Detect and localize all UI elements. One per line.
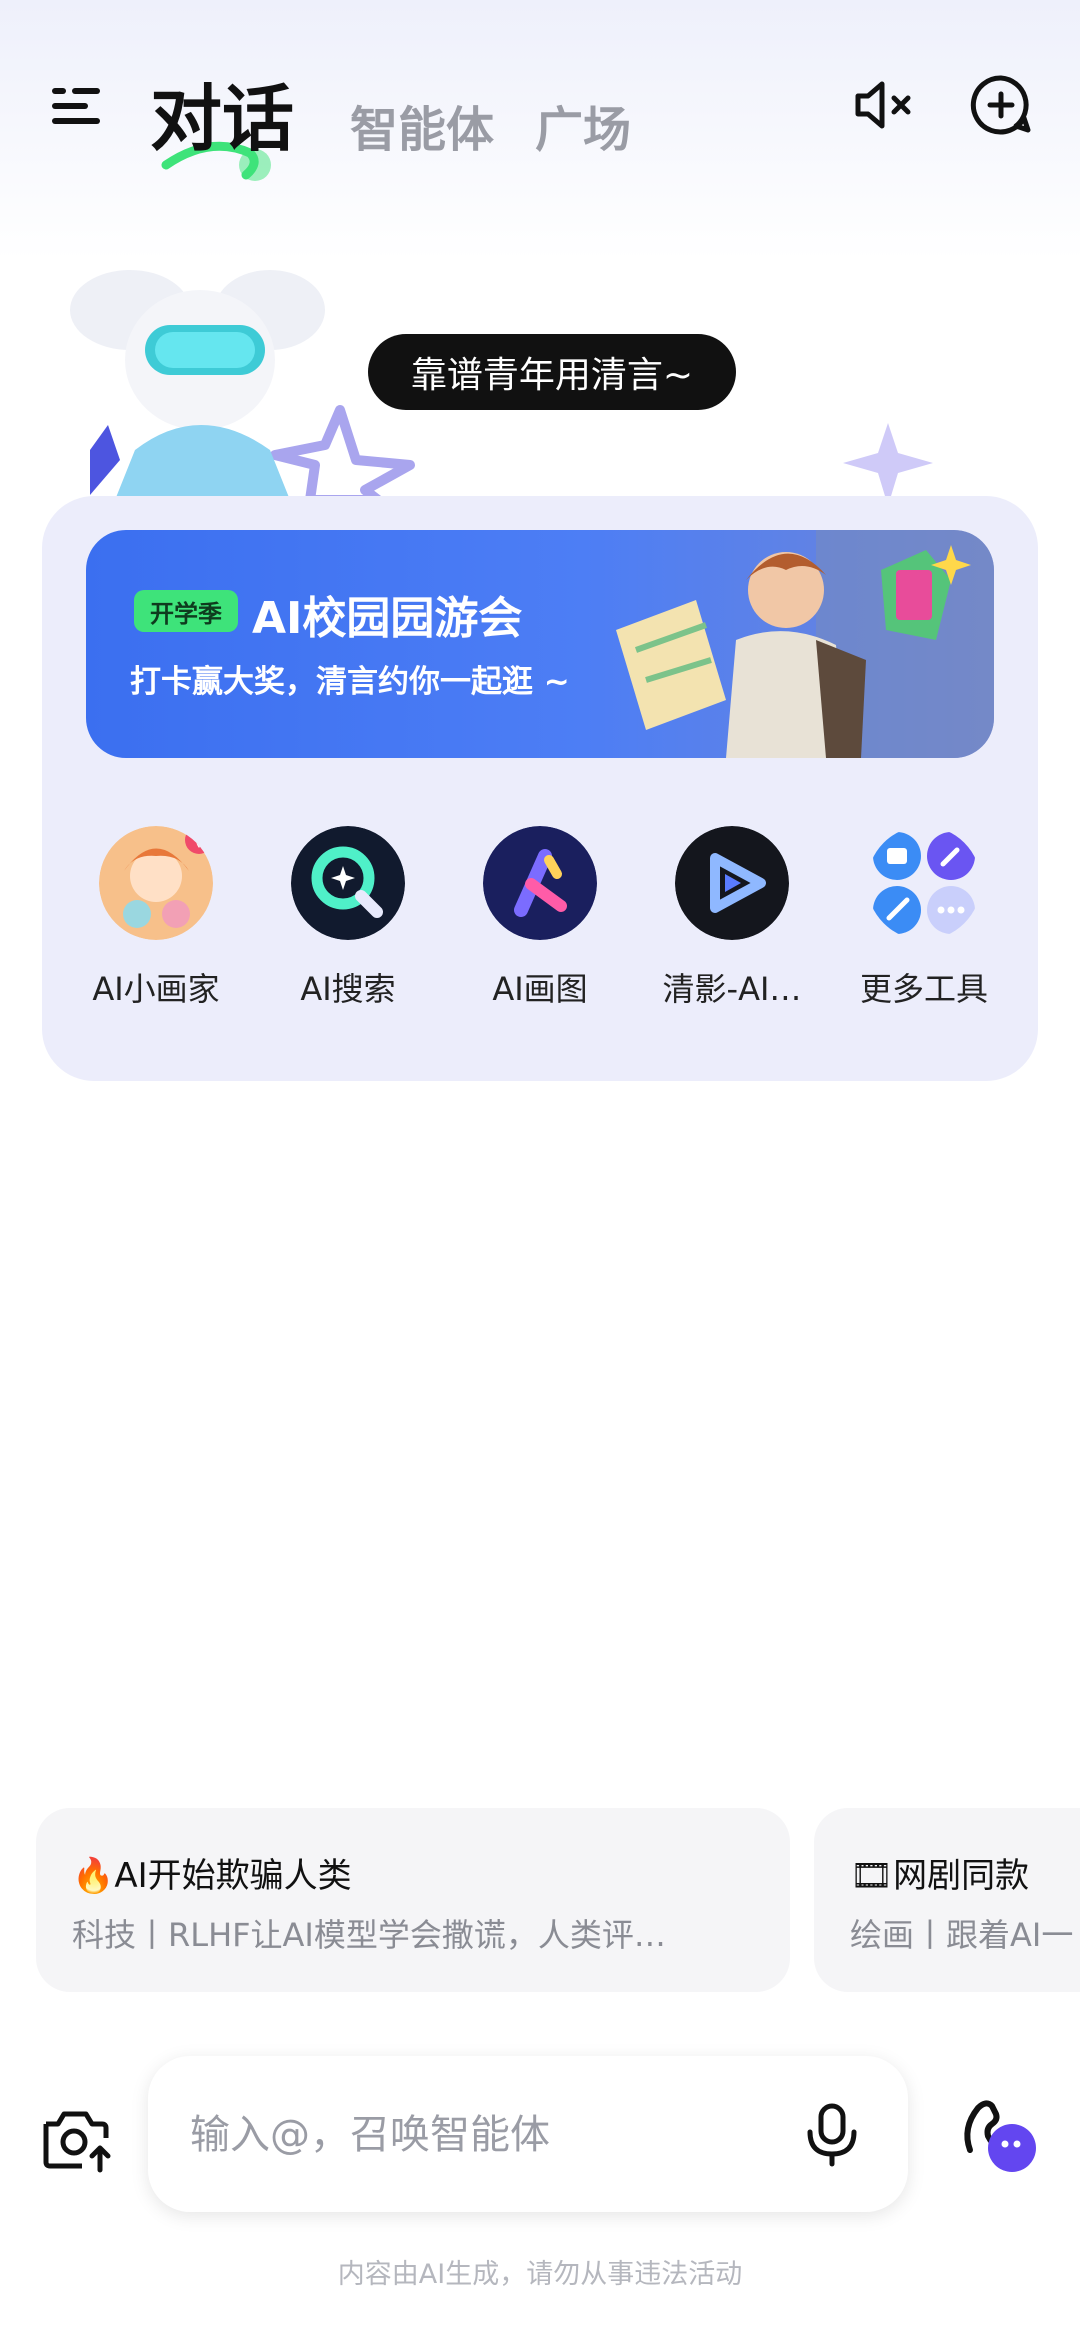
tool-ai-draw[interactable]: AI画图 xyxy=(444,822,636,1022)
suggestion-description: 科技丨RLHF让AI模型学会撒谎，人类评… xyxy=(72,1916,666,1954)
suggestion-title: 🎞网剧同款 xyxy=(850,1856,1030,1896)
mute-icon[interactable] xyxy=(850,72,916,138)
tool-label: AI搜索 xyxy=(300,970,396,1008)
tab-plaza[interactable]: 广场 xyxy=(535,90,631,160)
tool-label: 清影-AI… xyxy=(662,970,802,1008)
banner-subtitle: 打卡赢大奖，清言约你一起逛 ~ xyxy=(130,664,570,700)
tool-more[interactable]: 更多工具 xyxy=(828,822,1020,1022)
suggestion-description: 绘画丨跟着AI一 xyxy=(850,1916,1074,1954)
tool-ai-painter[interactable]: AI小画家 xyxy=(60,822,252,1022)
campus-event-banner[interactable]: 开学季 AI校园园游会 打卡赢大奖，清言约你一起逛 ~ xyxy=(86,530,994,758)
suggestion-card[interactable]: 🔥AI开始欺骗人类 科技丨RLHF让AI模型学会撒谎，人类评… xyxy=(36,1808,790,1992)
ai-disclaimer: 内容由AI生成，请勿从事违法活动 xyxy=(337,2259,743,2290)
ai-painter-icon xyxy=(99,826,213,940)
tab-agents[interactable]: 智能体 xyxy=(350,90,494,160)
tab-dialog[interactable]: 对话 xyxy=(150,60,294,165)
top-bar: 对话 智能体 广场 xyxy=(0,40,1080,181)
more-tools-icon xyxy=(873,832,975,934)
menu-icon[interactable] xyxy=(48,78,104,134)
banner-badge: 开学季 xyxy=(134,590,238,632)
qingying-video-icon xyxy=(675,826,789,940)
fire-icon: 🔥 xyxy=(72,1856,115,1896)
sparkle-icon xyxy=(843,423,933,506)
new-chat-icon[interactable] xyxy=(968,72,1034,138)
tool-label: 更多工具 xyxy=(859,970,988,1008)
suggestion-title: 🔥AI开始欺骗人类 xyxy=(72,1856,352,1896)
banner-title: AI校园园游会 xyxy=(252,593,523,644)
message-input[interactable] xyxy=(188,2104,792,2166)
tool-shortcuts: AI小画家 AI搜索 AI画图 清影-AI… 更多工具 xyxy=(60,822,1020,1022)
film-icon: 🎞 xyxy=(850,1856,894,1896)
tool-ai-search[interactable]: AI搜索 xyxy=(252,822,444,1022)
banner-character-illustration xyxy=(616,530,994,758)
message-input-box xyxy=(148,2056,908,2212)
tool-label: AI画图 xyxy=(492,970,588,1008)
mascot-speech-bubble: 靠谱青年用清言~ xyxy=(368,334,736,410)
voice-call-icon[interactable] xyxy=(958,2092,1042,2176)
suggestion-card[interactable]: 🎞网剧同款 绘画丨跟着AI一 xyxy=(814,1808,1080,1992)
ai-draw-icon xyxy=(483,826,597,940)
tool-label: AI小画家 xyxy=(92,970,220,1008)
tool-qingying-video[interactable]: 清影-AI… xyxy=(636,822,828,1022)
microphone-icon[interactable] xyxy=(802,2102,862,2168)
camera-upload-icon[interactable] xyxy=(40,2104,116,2174)
mascot-illustration xyxy=(70,270,415,500)
ai-search-icon xyxy=(291,826,405,940)
